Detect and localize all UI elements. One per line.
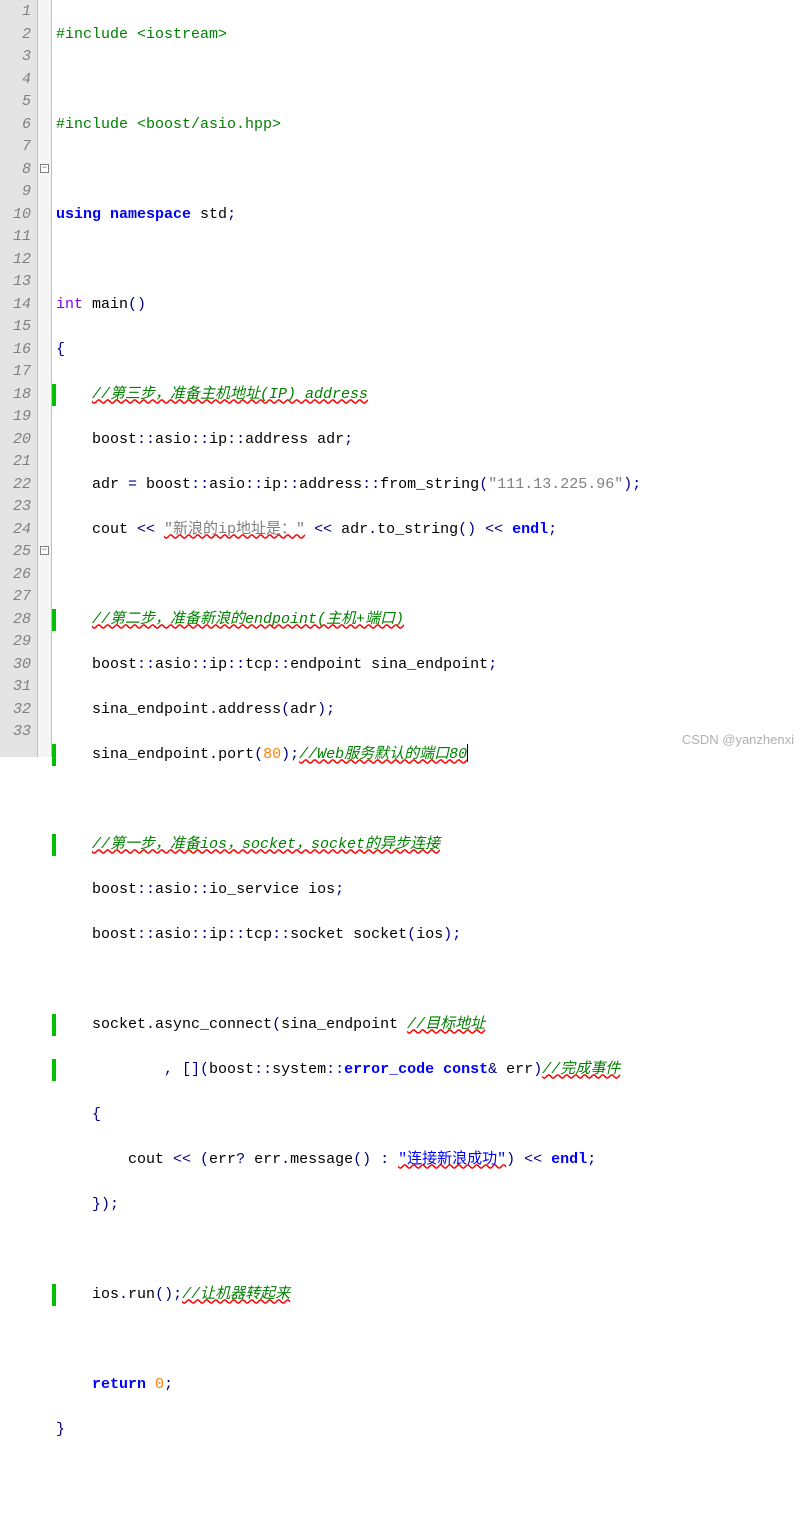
comment: //第二步，准备新浪的endpoint(主机+端口) — [92, 611, 404, 628]
line-number: 25 — [2, 541, 31, 564]
code-line[interactable]: boost::asio::io_service ios; — [56, 879, 804, 902]
change-marker — [52, 744, 56, 767]
code-line[interactable] — [56, 564, 804, 587]
code-line[interactable]: return 0; — [56, 1374, 804, 1397]
comment: //目标地址 — [407, 1016, 485, 1033]
change-marker — [52, 1284, 56, 1307]
code-line[interactable]: //第一步，准备ios，socket，socket的异步连接 — [56, 834, 804, 857]
line-number: 31 — [2, 676, 31, 699]
identifier: std — [191, 206, 227, 223]
change-marker — [52, 834, 56, 857]
watermark: CSDN @yanzhenxi — [682, 729, 794, 752]
line-number: 24 — [2, 519, 31, 542]
comment: //Web服务默认的端口80 — [299, 746, 467, 763]
line-number: 16 — [2, 339, 31, 362]
line-number: 6 — [2, 114, 31, 137]
code-line[interactable]: , [](boost::system::error_code const& er… — [56, 1059, 804, 1082]
code-line[interactable]: int main() — [56, 294, 804, 317]
code-line[interactable]: }); — [56, 1194, 804, 1217]
line-number: 29 — [2, 631, 31, 654]
change-marker — [52, 609, 56, 632]
line-number: 22 — [2, 474, 31, 497]
string-literal: "连接新浪成功" — [398, 1151, 506, 1168]
keyword: using — [56, 206, 101, 223]
header: <iostream> — [128, 26, 227, 43]
line-number-gutter: 1 2 3 4 5 6 7 8 9 10 11 12 13 14 15 16 1… — [0, 0, 38, 757]
line-number: 27 — [2, 586, 31, 609]
fold-toggle-icon[interactable]: − — [40, 164, 49, 173]
comment: //让机器转起来 — [182, 1286, 290, 1303]
code-line[interactable]: } — [56, 1419, 804, 1442]
line-number: 32 — [2, 699, 31, 722]
header: <boost/asio.hpp> — [128, 116, 281, 133]
preprocessor: #include — [56, 26, 128, 43]
code-line[interactable]: boost::asio::ip::tcp::endpoint sina_endp… — [56, 654, 804, 677]
code-line[interactable]: ios.run();//让机器转起来 — [56, 1284, 804, 1307]
line-number: 30 — [2, 654, 31, 677]
preprocessor: #include — [56, 116, 128, 133]
line-number: 15 — [2, 316, 31, 339]
code-line[interactable]: //第二步，准备新浪的endpoint(主机+端口) — [56, 609, 804, 632]
line-number: 20 — [2, 429, 31, 452]
line-number: 11 — [2, 226, 31, 249]
line-number: 19 — [2, 406, 31, 429]
code-editor[interactable]: #include <iostream> #include <boost/asio… — [52, 0, 804, 757]
code-line[interactable] — [56, 1329, 804, 1352]
line-number: 33 — [2, 721, 31, 744]
code-line[interactable]: adr = boost::asio::ip::address::from_str… — [56, 474, 804, 497]
line-number: 4 — [2, 69, 31, 92]
code-line[interactable]: { — [56, 339, 804, 362]
code-line[interactable] — [56, 69, 804, 92]
line-number: 13 — [2, 271, 31, 294]
code-line[interactable]: cout << (err? err.message() : "连接新浪成功") … — [56, 1149, 804, 1172]
line-number: 28 — [2, 609, 31, 632]
code-line[interactable]: using namespace std; — [56, 204, 804, 227]
string-literal: "111.13.225.96" — [488, 476, 623, 493]
type-keyword: int — [56, 296, 83, 313]
code-line[interactable]: #include <boost/asio.hpp> — [56, 114, 804, 137]
line-number: 26 — [2, 564, 31, 587]
code-line[interactable] — [56, 1239, 804, 1262]
text-cursor — [467, 744, 468, 762]
line-number: 8 — [2, 159, 31, 182]
keyword: namespace — [110, 206, 191, 223]
line-number: 10 — [2, 204, 31, 227]
code-line[interactable] — [56, 249, 804, 272]
code-line[interactable]: socket.async_connect(sina_endpoint //目标地… — [56, 1014, 804, 1037]
comment: //第一步，准备ios，socket，socket的异步连接 — [92, 836, 440, 853]
change-marker — [52, 1014, 56, 1037]
line-number: 3 — [2, 46, 31, 69]
fold-margin: − − — [38, 0, 52, 757]
code-line[interactable]: { — [56, 1104, 804, 1127]
line-number: 7 — [2, 136, 31, 159]
string-literal: "新浪的ip地址是：" — [164, 521, 305, 538]
line-number: 9 — [2, 181, 31, 204]
line-number: 2 — [2, 24, 31, 47]
change-marker — [52, 1059, 56, 1082]
code-line[interactable] — [56, 969, 804, 992]
comment: //完成事件 — [542, 1061, 620, 1078]
line-number: 1 — [2, 1, 31, 24]
line-number: 18 — [2, 384, 31, 407]
function-name: main — [83, 296, 128, 313]
code-line[interactable] — [56, 159, 804, 182]
fold-toggle-icon[interactable]: − — [40, 546, 49, 555]
code-line[interactable]: #include <iostream> — [56, 24, 804, 47]
line-number: 14 — [2, 294, 31, 317]
code-line[interactable]: boost::asio::ip::address adr; — [56, 429, 804, 452]
code-line[interactable] — [56, 1464, 804, 1487]
code-line[interactable]: boost::asio::ip::tcp::socket socket(ios)… — [56, 924, 804, 947]
code-line[interactable]: //第三步，准备主机地址(IP) address — [56, 384, 804, 407]
comment: //第三步，准备主机地址(IP) address — [92, 386, 368, 403]
code-line[interactable]: cout << "新浪的ip地址是：" << adr.to_string() <… — [56, 519, 804, 542]
line-number: 21 — [2, 451, 31, 474]
line-number: 12 — [2, 249, 31, 272]
change-marker — [52, 384, 56, 407]
line-number: 5 — [2, 91, 31, 114]
line-number: 23 — [2, 496, 31, 519]
code-line[interactable]: sina_endpoint.address(adr); — [56, 699, 804, 722]
line-number: 17 — [2, 361, 31, 384]
code-line[interactable] — [56, 789, 804, 812]
